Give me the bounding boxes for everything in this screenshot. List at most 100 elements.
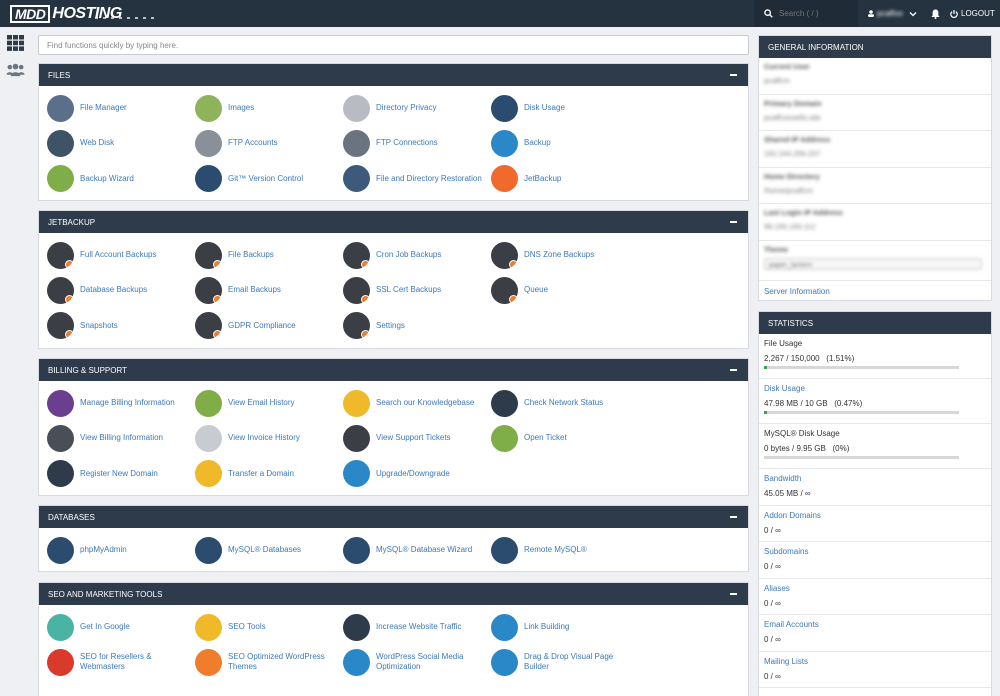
tool-item[interactable]: GDPR Compliance [195,312,339,340]
tool-item[interactable]: Images [195,94,339,122]
function-search-input[interactable] [38,35,749,55]
collapse-icon[interactable] [730,593,737,595]
tool-item[interactable]: Queue [491,276,635,304]
email-backup-icon [195,276,222,304]
notifications-button[interactable] [920,0,950,27]
tool-item[interactable]: Drag & Drop Visual Page Builder [491,648,635,676]
logo[interactable]: MDD HOSTING [10,4,122,23]
file-backup-icon [195,241,222,269]
stat-label[interactable]: Aliases [764,584,986,593]
icon-glyph [343,614,370,641]
jetbackup-badge-icon [213,259,222,269]
panel-header[interactable]: BILLING & SUPPORT [39,359,748,381]
stat-label[interactable]: Addon Domains [764,511,986,520]
server-information-link[interactable]: Server Information [759,281,991,302]
tool-item[interactable]: Settings [343,312,487,340]
bell-icon [930,9,940,19]
images-icon [195,94,222,122]
tool-item[interactable]: Web Disk [47,129,191,157]
tool-item[interactable]: Remote MySQL® [491,536,635,564]
collapse-icon[interactable] [730,74,737,76]
tool-item[interactable]: View Email History [195,389,339,417]
tool-item[interactable]: Link Building [491,613,635,641]
panel-title: FILES [48,70,71,80]
top-search-input[interactable] [779,6,849,21]
collapse-icon[interactable] [730,221,737,223]
tool-item[interactable]: Manage Billing Information [47,389,191,417]
tool-label: FTP Connections [376,138,438,148]
tool-item[interactable]: View Support Tickets [343,424,487,452]
stat-label[interactable]: Subdomains [764,547,986,556]
stat-label: MySQL® Disk Usage [764,429,840,438]
tool-item[interactable]: View Invoice History [195,424,339,452]
stat-label[interactable]: Email Accounts [764,620,986,629]
tool-item[interactable]: Increase Website Traffic [343,613,487,641]
tool-item[interactable]: File and Directory Restoration [343,165,487,193]
tool-item[interactable]: File Backups [195,241,339,269]
tool-item[interactable]: Upgrade/Downgrade [343,460,487,488]
tool-item[interactable]: Email Backups [195,276,339,304]
stat-value: 0 / ∞ [764,562,781,571]
tool-item[interactable]: WordPress Social Media Optimization [343,648,487,676]
tool-item[interactable]: Backup Wizard [47,165,191,193]
tool-item[interactable]: JetBackup [491,165,635,193]
panel-header[interactable]: JETBACKUP [39,211,748,233]
tool-item[interactable]: MySQL® Database Wizard [343,536,487,564]
tool-item[interactable]: Check Network Status [491,389,635,417]
collapse-icon[interactable] [730,516,737,518]
tool-item[interactable]: Search our Knowledgebase [343,389,487,417]
tool-label: Backup Wizard [80,173,134,183]
chevron-down-icon [909,11,917,16]
user-manager-button[interactable] [6,60,25,79]
info-value: pcalfconsells.site [764,112,821,122]
statistics-panel: STATISTICS File Usage 2,267 / 150,000 (1.… [758,311,992,696]
theme-select[interactable]: paper_lantern [764,257,982,270]
tool-item[interactable]: Disk Usage [491,94,635,122]
panel-header[interactable]: DATABASES [39,506,748,528]
tool-item[interactable]: File Manager [47,94,191,122]
icon-glyph [195,95,222,122]
stat-label[interactable]: Mailing Lists [764,657,986,666]
tool-item[interactable]: SEO for Resellers & Webmasters [47,648,191,676]
ftp-connections-icon [343,129,370,157]
knowledgebase-icon [343,389,370,417]
panel-header[interactable]: SEO AND MARKETING TOOLS [39,583,748,605]
tool-item[interactable]: Get In Google [47,613,191,641]
tool-item[interactable]: Git™ Version Control [195,165,339,193]
email-history-icon [195,389,222,417]
tool-item[interactable]: Backup [491,129,635,157]
stat-label[interactable]: Disk Usage [764,384,986,393]
home-grid-button[interactable] [6,33,25,52]
logout-button[interactable]: LOGOUT [950,0,1000,27]
theme-row: Theme paper_lantern [759,241,991,281]
tool-item[interactable]: Register New Domain [47,460,191,488]
tool-item[interactable]: Full Account Backups [47,241,191,269]
tool-item[interactable]: SSL Cert Backups [343,276,487,304]
tool-item[interactable]: Cron Job Backups [343,241,487,269]
page-builder-icon [491,648,518,676]
panel-header[interactable]: FILES [39,64,748,86]
panel-files: FILES File Manager Images Directory Privac… [38,63,749,201]
tool-label: Snapshots [80,320,118,330]
tool-item[interactable]: SEO Tools [195,613,339,641]
tool-item[interactable]: DNS Zone Backups [491,241,635,269]
stat-label: File Usage [764,339,803,348]
collapse-icon[interactable] [730,369,737,371]
top-search[interactable] [754,0,858,27]
icon-glyph [491,130,518,157]
tool-item[interactable]: MySQL® Databases [195,536,339,564]
tool-item[interactable]: phpMyAdmin [47,536,191,564]
tool-item[interactable]: SEO Optimized WordPress Themes [195,648,339,676]
tool-item[interactable]: Directory Privacy [343,94,487,122]
tool-item[interactable]: View Billing Information [47,424,191,452]
tool-item[interactable]: Open Ticket [491,424,635,452]
user-menu[interactable]: pcalfoo [858,0,920,27]
stat-label[interactable]: Bandwidth [764,474,986,483]
tool-item[interactable]: Transfer a Domain [195,460,339,488]
icon-glyph [491,95,518,122]
tool-item[interactable]: Database Backups [47,276,191,304]
tool-item[interactable]: Snapshots [47,312,191,340]
tool-item[interactable]: FTP Connections [343,129,487,157]
icon-glyph [491,537,518,564]
tool-item[interactable]: FTP Accounts [195,129,339,157]
